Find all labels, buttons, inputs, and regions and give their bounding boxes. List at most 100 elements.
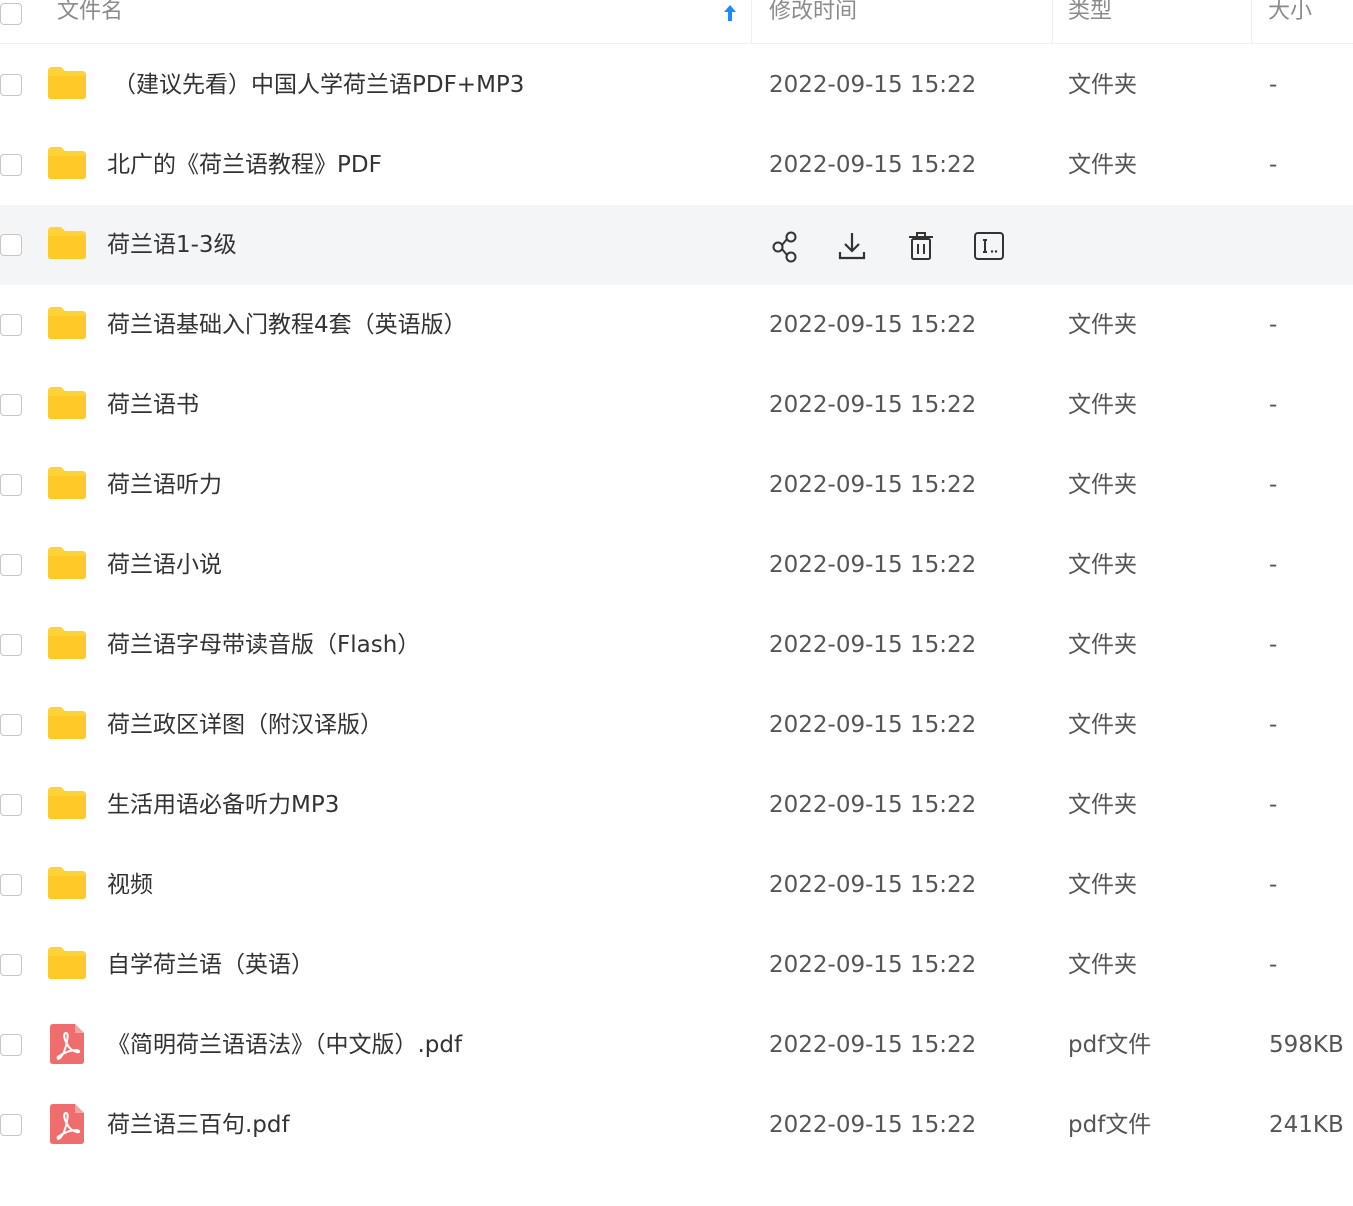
modified-time: 2022-09-15 15:22 <box>769 872 977 898</box>
row-checkbox[interactable] <box>0 874 22 896</box>
file-type: 文件夹 <box>1068 552 1137 578</box>
file-name[interactable]: 荷兰语字母带读音版（Flash） <box>107 605 420 685</box>
modified-time: 2022-09-15 15:22 <box>769 952 977 978</box>
row-checkbox[interactable] <box>0 794 22 816</box>
file-row[interactable]: 荷兰语1-3级 <box>0 205 1353 285</box>
file-name[interactable]: 荷兰政区详图（附汉译版） <box>107 685 383 765</box>
file-size: - <box>1269 552 1278 578</box>
row-checkbox[interactable] <box>0 394 22 416</box>
file-row[interactable]: 北广的《荷兰语教程》PDF 2022-09-15 15:22 文件夹 - <box>0 125 1353 205</box>
column-header-time[interactable]: 修改时间 <box>769 0 857 43</box>
column-header-name-label: 文件名 <box>57 0 124 24</box>
folder-icon <box>46 225 88 261</box>
column-divider[interactable] <box>751 0 752 43</box>
modified-time: 2022-09-15 15:22 <box>769 792 977 818</box>
row-checkbox[interactable] <box>0 554 22 576</box>
column-header-name[interactable]: 文件名 <box>57 0 123 43</box>
file-name[interactable]: 荷兰语书 <box>107 365 199 445</box>
pdf-icon <box>50 1024 84 1064</box>
delete-icon[interactable] <box>905 229 937 263</box>
row-checkbox[interactable] <box>0 954 22 976</box>
file-name[interactable]: 荷兰语小说 <box>107 525 222 605</box>
folder-icon <box>46 865 88 901</box>
column-header-size[interactable]: 大小 <box>1268 0 1312 43</box>
folder-icon <box>46 545 88 581</box>
file-row[interactable]: 荷兰语听力 2022-09-15 15:22 文件夹 - <box>0 445 1353 525</box>
row-checkbox[interactable] <box>0 474 22 496</box>
row-checkbox[interactable] <box>0 714 22 736</box>
file-size: - <box>1269 632 1278 658</box>
row-checkbox[interactable] <box>0 74 22 96</box>
file-row[interactable]: 荷兰语基础入门教程4套（英语版） 2022-09-15 15:22 文件夹 - <box>0 285 1353 365</box>
file-row[interactable]: 荷兰语小说 2022-09-15 15:22 文件夹 - <box>0 525 1353 605</box>
column-header-type-label: 类型 <box>1068 0 1113 24</box>
file-size: - <box>1269 712 1278 738</box>
row-checkbox[interactable] <box>0 1114 22 1136</box>
file-name[interactable]: 北广的《荷兰语教程》PDF <box>107 125 382 205</box>
modified-time: 2022-09-15 15:22 <box>769 72 977 98</box>
column-divider[interactable] <box>1251 0 1252 43</box>
modified-time: 2022-09-15 15:22 <box>769 1032 977 1058</box>
file-name[interactable]: 自学荷兰语（英语） <box>107 925 314 1005</box>
rename-icon[interactable] <box>973 229 1005 263</box>
file-name[interactable]: （建议先看）中国人学荷兰语PDF+MP3 <box>113 45 524 125</box>
file-size: - <box>1269 792 1278 818</box>
file-size: - <box>1269 392 1278 418</box>
file-size: - <box>1269 472 1278 498</box>
file-name[interactable]: 荷兰语听力 <box>107 445 222 525</box>
share-icon[interactable] <box>770 229 802 263</box>
folder-icon <box>46 705 88 741</box>
file-row[interactable]: 荷兰语书 2022-09-15 15:22 文件夹 - <box>0 365 1353 445</box>
row-checkbox[interactable] <box>0 314 22 336</box>
file-row[interactable]: 视频 2022-09-15 15:22 文件夹 - <box>0 845 1353 925</box>
file-type: 文件夹 <box>1068 952 1137 978</box>
row-checkbox[interactable] <box>0 634 22 656</box>
column-header-size-label: 大小 <box>1268 0 1313 24</box>
download-icon[interactable] <box>836 229 868 263</box>
file-row[interactable]: （建议先看）中国人学荷兰语PDF+MP3 2022-09-15 15:22 文件夹 - <box>0 45 1353 125</box>
folder-icon <box>46 465 88 501</box>
modified-time: 2022-09-15 15:22 <box>769 712 977 738</box>
file-size: 598KB <box>1269 1032 1344 1058</box>
modified-time: 2022-09-15 15:22 <box>769 472 977 498</box>
file-row[interactable]: 自学荷兰语（英语） 2022-09-15 15:22 文件夹 - <box>0 925 1353 1005</box>
file-name[interactable]: 荷兰语1-3级 <box>107 205 237 285</box>
file-name[interactable]: 视频 <box>107 845 153 925</box>
file-row[interactable]: 《简明荷兰语语法》（中文版）.pdf 2022-09-15 15:22 pdf文件 5… <box>0 1005 1353 1085</box>
file-name[interactable]: 生活用语必备听力MP3 <box>107 765 339 845</box>
folder-icon <box>46 785 88 821</box>
file-row[interactable]: 生活用语必备听力MP3 2022-09-15 15:22 文件夹 - <box>0 765 1353 845</box>
column-header-time-label: 修改时间 <box>769 0 858 24</box>
row-checkbox[interactable] <box>0 234 22 256</box>
file-list-header: 文件名 修改时间 类型 大小 <box>0 0 1353 44</box>
file-type: 文件夹 <box>1068 872 1137 898</box>
folder-icon <box>46 145 88 181</box>
file-type: 文件夹 <box>1068 152 1137 178</box>
file-size: 241KB <box>1269 1112 1344 1138</box>
select-all-checkbox[interactable] <box>0 3 22 25</box>
modified-time: 2022-09-15 15:22 <box>769 552 977 578</box>
file-name[interactable]: 荷兰语基础入门教程4套（英语版） <box>107 285 467 365</box>
modified-time: 2022-09-15 15:22 <box>769 632 977 658</box>
file-name[interactable]: 荷兰语三百句.pdf <box>107 1085 290 1165</box>
folder-icon <box>46 305 88 341</box>
file-row[interactable]: 荷兰政区详图（附汉译版） 2022-09-15 15:22 文件夹 - <box>0 685 1353 765</box>
row-checkbox[interactable] <box>0 1034 22 1056</box>
file-row[interactable]: 荷兰语三百句.pdf 2022-09-15 15:22 pdf文件 241KB <box>0 1085 1353 1165</box>
file-type: 文件夹 <box>1068 472 1137 498</box>
file-name[interactable]: 《简明荷兰语语法》（中文版）.pdf <box>107 1005 462 1085</box>
row-checkbox[interactable] <box>0 154 22 176</box>
file-row[interactable]: 荷兰语字母带读音版（Flash） 2022-09-15 15:22 文件夹 - <box>0 605 1353 685</box>
arrow-up-icon[interactable] <box>722 4 738 22</box>
file-type: 文件夹 <box>1068 392 1137 418</box>
column-header-type[interactable]: 类型 <box>1068 0 1112 43</box>
file-size: - <box>1269 72 1278 98</box>
modified-time: 2022-09-15 15:22 <box>769 1112 977 1138</box>
modified-time: 2022-09-15 15:22 <box>769 312 977 338</box>
folder-icon <box>46 65 88 101</box>
file-size: - <box>1269 312 1278 338</box>
column-divider[interactable] <box>1052 0 1053 43</box>
file-type: 文件夹 <box>1068 792 1137 818</box>
file-size: - <box>1269 872 1278 898</box>
file-type: pdf文件 <box>1068 1032 1152 1058</box>
